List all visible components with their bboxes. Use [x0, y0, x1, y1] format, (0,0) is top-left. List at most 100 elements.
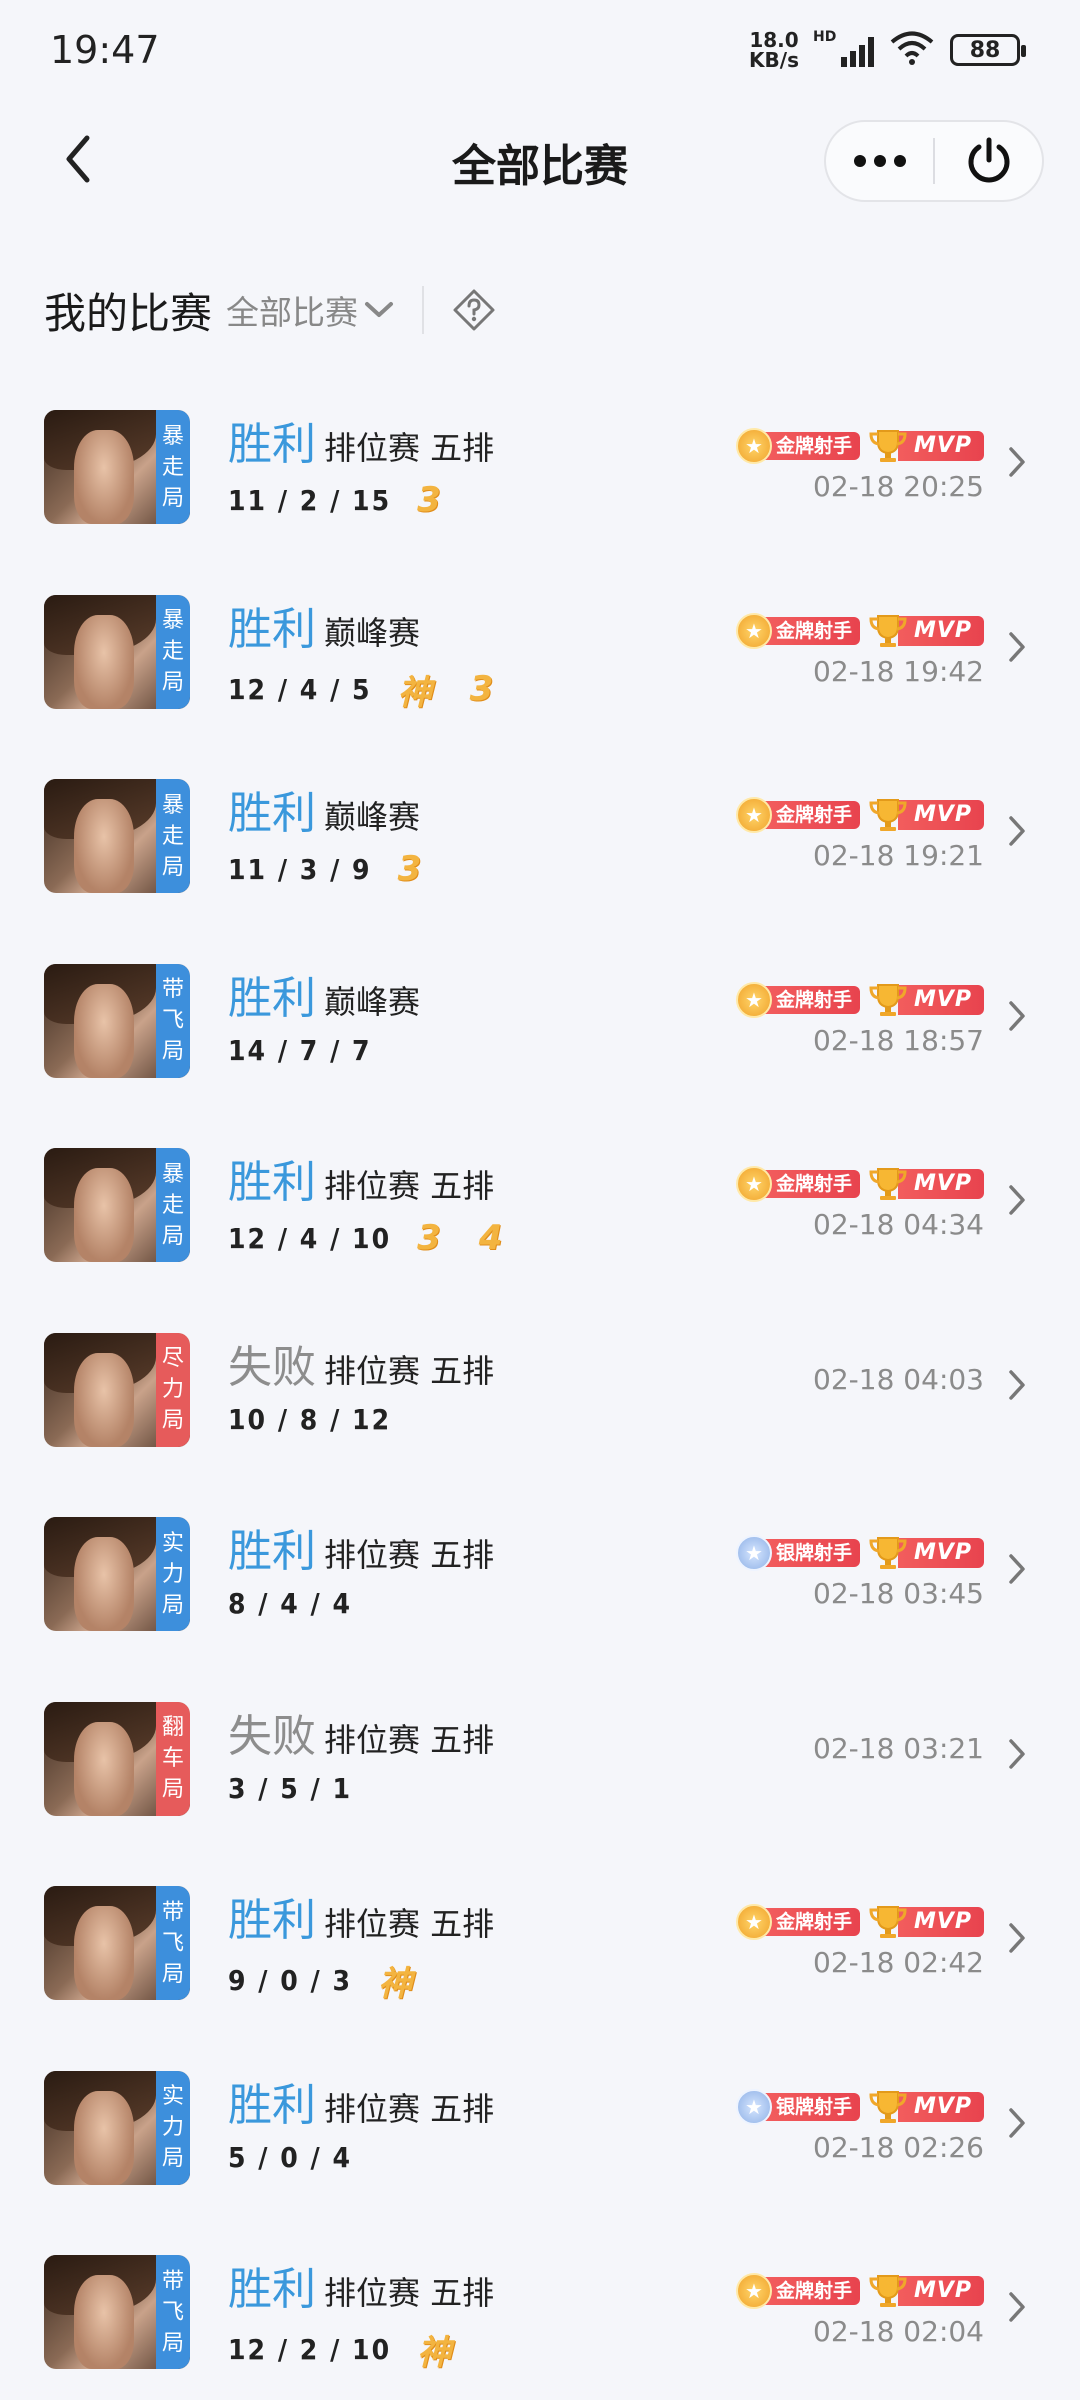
badges: ★ 银牌射手 MVP	[735, 2088, 984, 2125]
match-mode: 排位赛 五排	[324, 1720, 495, 1759]
badges: ★ 金牌射手 MVP	[735, 981, 984, 1018]
match-row-1[interactable]: 暴 走 局 胜利 巅峰赛 12 / 4 / 5 神3 ★ 金牌射手 MVP 02-1…	[0, 585, 1080, 770]
match-mode: 排位赛 五排	[324, 1536, 495, 1574]
match-time: 02-18 19:21	[813, 839, 984, 872]
result-line: 胜利 排位赛 五排	[228, 2069, 494, 2133]
tag-char: 实	[161, 1530, 184, 1556]
match-row-0[interactable]: 暴 走 局 胜利 排位赛 五排 11 / 2 / 15 3 ★ 金牌射手 MVP 0…	[0, 400, 1080, 585]
dropdown-value: 全部比赛	[226, 293, 359, 332]
kda: 12 / 4 / 10	[228, 1221, 392, 1255]
kda: 3 / 5 / 1	[228, 1771, 353, 1805]
tag-char: 局	[161, 670, 184, 695]
tag-char: 走	[161, 639, 184, 664]
match-row-3[interactable]: 带 飞 局 胜利 巅峰赛 14 / 7 / 7 ★ 金牌射手 MVP 02-18 1…	[0, 954, 1080, 1139]
mvp-badge: MVP	[868, 2089, 984, 2125]
mvp-label: MVP	[897, 1538, 984, 1568]
battery-icon: 88	[950, 34, 1026, 66]
power-icon	[968, 137, 1009, 183]
match-row-6[interactable]: 实 力 局 胜利 排位赛 五排 8 / 4 / 4 ★ 银牌射手 MVP 02-18…	[0, 1507, 1080, 1692]
medal-label: 银牌射手	[763, 1539, 860, 1567]
chevron-right-icon	[1002, 811, 1032, 851]
match-time: 02-18 20:25	[813, 470, 984, 503]
tag-char: 走	[161, 1192, 184, 1218]
hero-avatar: 实 力 局	[44, 1517, 190, 1631]
star-medal-icon: ★	[735, 2273, 772, 2309]
chevron-right-icon	[1002, 1365, 1032, 1405]
match-list: 暴 走 局 胜利 排位赛 五排 11 / 2 / 15 3 ★ 金牌射手 MVP 0…	[0, 400, 1080, 2400]
kda-line: 8 / 4 / 4	[228, 1587, 352, 1620]
streak-badge: 3	[417, 1218, 443, 1258]
medal-badge: ★ 金牌射手	[735, 981, 860, 1018]
tag-char: 局	[161, 2146, 184, 2171]
kda-line: 12 / 2 / 10 神	[228, 2325, 453, 2374]
tag-char: 暴	[161, 608, 184, 633]
trophy-icon	[868, 428, 908, 464]
hero-avatar: 暴 走 局	[44, 594, 190, 709]
performance-tag: 暴 走 局	[156, 594, 190, 709]
match-time: 02-18 19:42	[813, 654, 984, 688]
hero-avatar: 暴 走 局	[44, 410, 190, 524]
mini-program-capsule	[824, 120, 1044, 202]
performance-tag: 暴 走 局	[156, 410, 190, 524]
mvp-label: MVP	[897, 2091, 984, 2122]
mvp-label: MVP	[897, 800, 984, 830]
kda-line: 11 / 3 / 9 3	[228, 849, 423, 889]
badges: ★ 金牌射手 MVP	[735, 797, 984, 833]
tag-char: 飞	[161, 2299, 184, 2325]
tag-char: 暴	[161, 1161, 184, 1187]
match-row-10[interactable]: 带 飞 局 胜利 排位赛 五排 12 / 2 / 10 神 ★ 金牌射手 MVP 0…	[0, 2245, 1080, 2400]
match-row-8[interactable]: 带 飞 局 胜利 排位赛 五排 9 / 0 / 3 神 ★ 金牌射手 MVP 02-…	[0, 1876, 1080, 2061]
kda-line: 3 / 5 / 1	[228, 1772, 352, 1805]
streak-badge: 神	[397, 672, 434, 713]
match-time: 02-18 02:04	[813, 2315, 984, 2348]
match-row-2[interactable]: 暴 走 局 胜利 巅峰赛 11 / 3 / 9 3 ★ 金牌射手 MVP 02-18…	[0, 769, 1080, 954]
match-type-dropdown[interactable]: 全部比赛	[226, 286, 394, 334]
kda: 12 / 2 / 10	[228, 2333, 392, 2366]
result-line: 失败 排位赛 五排	[228, 1331, 494, 1395]
trophy-icon	[868, 613, 908, 649]
mvp-label: MVP	[897, 2276, 984, 2306]
match-mode: 排位赛 五排	[324, 2274, 495, 2312]
match-time: 02-18 02:26	[813, 2130, 984, 2164]
performance-tag: 带 飞 局	[156, 1886, 190, 2000]
medal-label: 金牌射手	[763, 985, 860, 1014]
filter-title: 我的比赛	[44, 288, 213, 338]
medal-label: 金牌射手	[763, 432, 860, 460]
trophy-icon	[868, 2089, 908, 2125]
medal-badge: ★ 银牌射手	[735, 2088, 860, 2125]
match-result: 失败	[228, 1341, 316, 1393]
more-button[interactable]	[826, 122, 933, 200]
hero-avatar: 实 力 局	[44, 2070, 190, 2185]
tag-char: 局	[161, 485, 184, 511]
match-mode: 巅峰赛	[324, 613, 421, 652]
chevron-right-icon	[1002, 1180, 1032, 1220]
tag-char: 局	[161, 1223, 184, 1249]
medal-badge: ★ 金牌射手	[735, 428, 860, 464]
medal-badge: ★ 金牌射手	[735, 612, 860, 649]
wifi-icon	[890, 31, 934, 69]
match-row-4[interactable]: 暴 走 局 胜利 排位赛 五排 12 / 4 / 10 34 ★ 金牌射手 MVP …	[0, 1138, 1080, 1323]
result-line: 胜利 排位赛 五排	[228, 2253, 494, 2317]
tag-char: 尽	[161, 1346, 184, 1371]
tag-char: 局	[161, 1592, 184, 1618]
help-button[interactable]	[452, 288, 496, 332]
hero-avatar: 带 飞 局	[44, 2255, 190, 2369]
match-row-5[interactable]: 尽 力 局 失败 排位赛 五排 10 / 8 / 12 02-18 04:03	[0, 1323, 1080, 1508]
battery-level: 88	[969, 37, 1001, 63]
mvp-badge: MVP	[868, 982, 984, 1018]
medal-label: 金牌射手	[763, 2277, 860, 2305]
match-row-7[interactable]: 翻 车 局 失败 排位赛 五排 3 / 5 / 1 02-18 03:21	[0, 1692, 1080, 1877]
performance-tag: 带 飞 局	[156, 2255, 190, 2369]
kda: 5 / 0 / 4	[228, 2140, 353, 2174]
streak-badge: 神	[417, 2333, 454, 2373]
match-time: 02-18 18:57	[813, 1023, 984, 1057]
mvp-badge: MVP	[868, 2273, 984, 2309]
medal-label: 金牌射手	[763, 1170, 860, 1198]
performance-tag: 实 力 局	[156, 2070, 190, 2185]
hero-avatar: 暴 走 局	[44, 779, 190, 893]
tag-char: 飞	[161, 1930, 184, 1956]
trophy-icon	[868, 2273, 908, 2309]
medal-badge: ★ 金牌射手	[735, 1904, 860, 1940]
close-button[interactable]	[935, 122, 1042, 200]
match-row-9[interactable]: 实 力 局 胜利 排位赛 五排 5 / 0 / 4 ★ 银牌射手 MVP 02-18…	[0, 2061, 1080, 2246]
